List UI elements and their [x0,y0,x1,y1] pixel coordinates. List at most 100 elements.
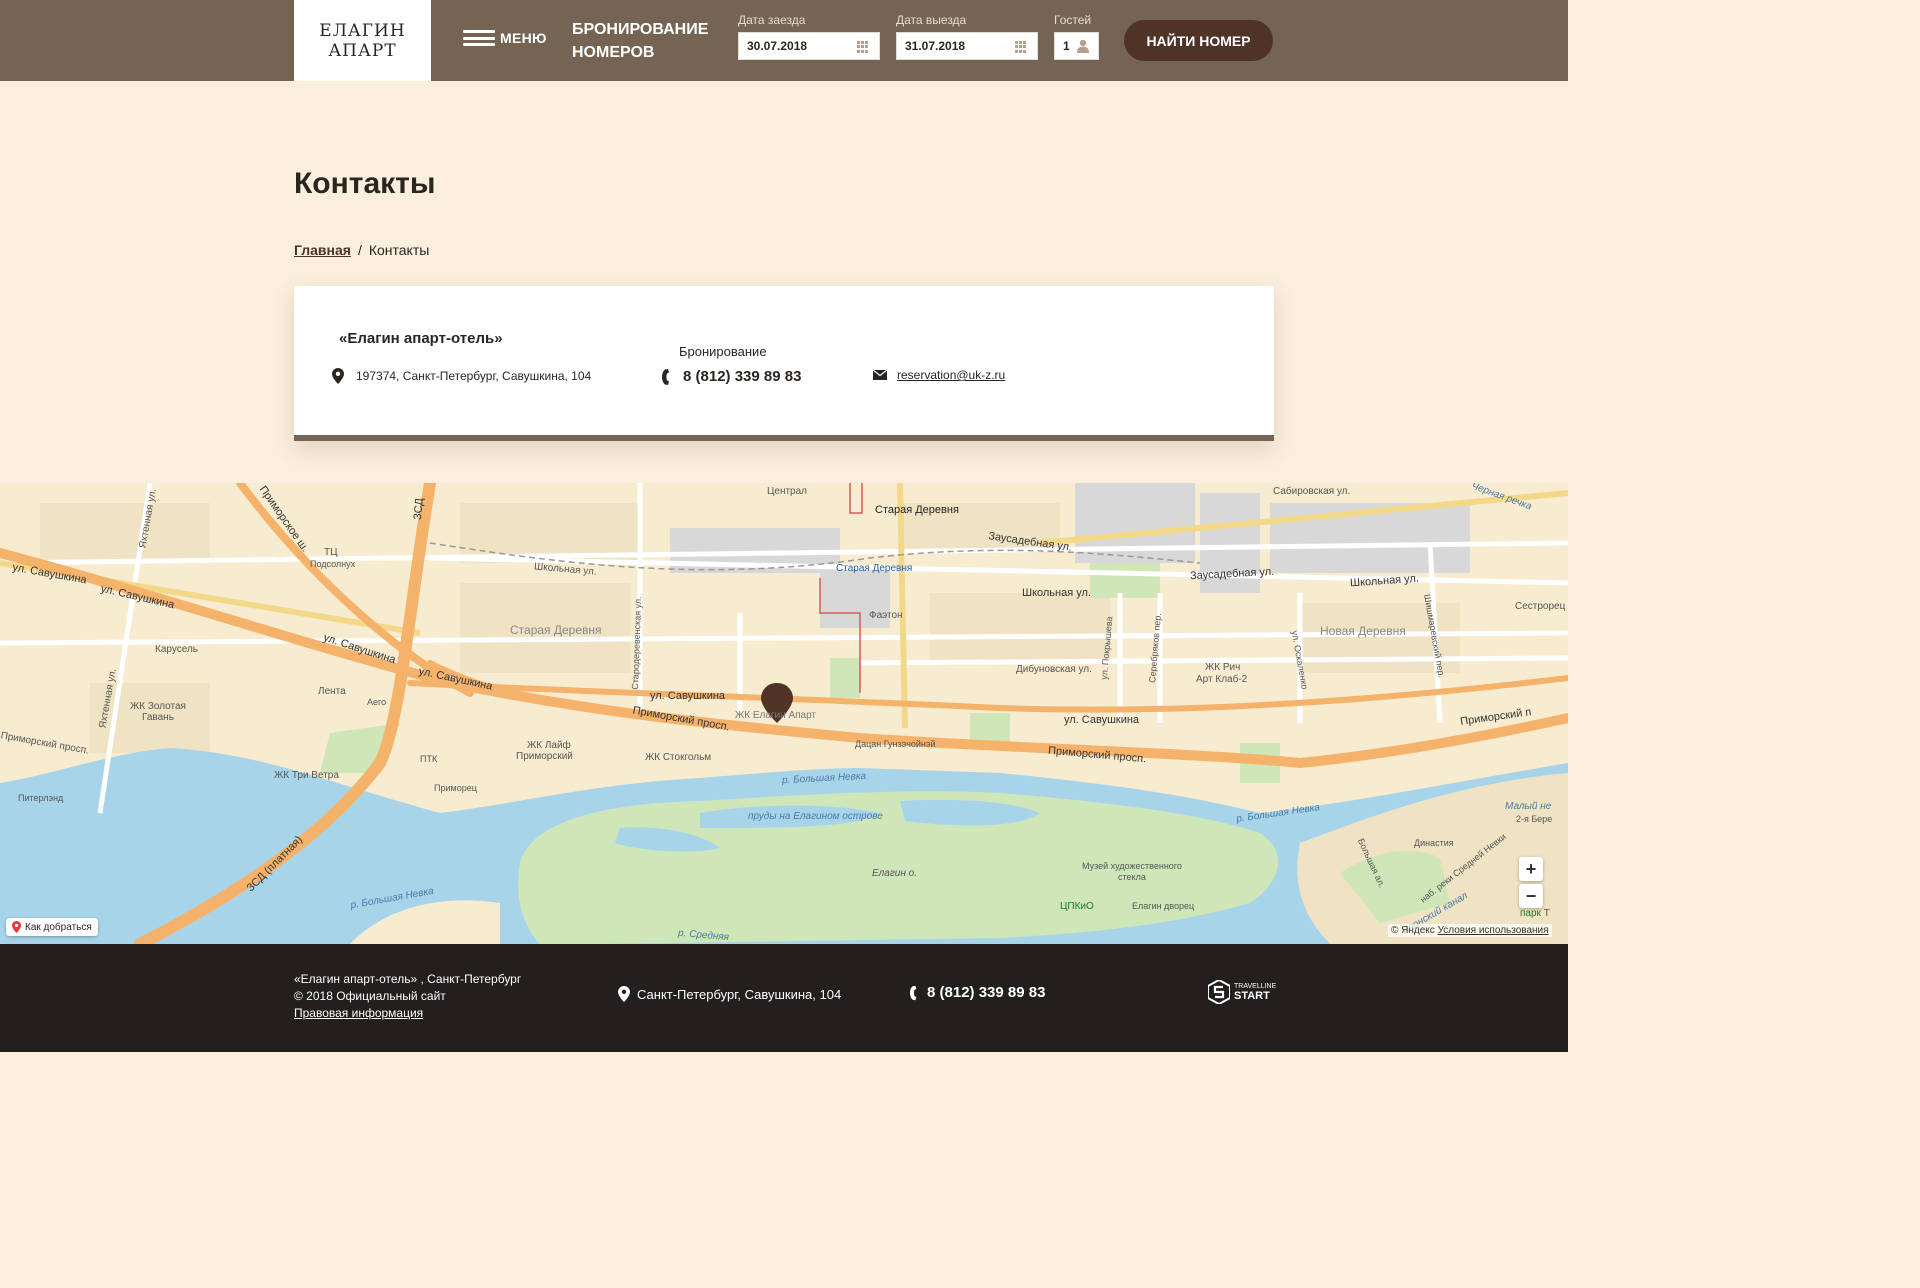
map-label: Старая Деревня [510,623,602,637]
map-label: Питерлэнд [18,793,64,803]
map-label: ул. Савушкина [650,690,726,702]
checkout-field[interactable]: 31.07.2018 [896,32,1038,60]
menu-button[interactable]: МЕНЮ [463,30,547,46]
map-label: Приморец [434,783,477,793]
map-label: Гавань [142,712,174,723]
map-label: ЖК Рич [1205,662,1241,673]
map-label: ЖК Лайф [527,740,571,751]
address-text: 197374, Санкт-Петербург, Савушкина, 104 [356,369,592,383]
travelline-text: TRAVELLINE START [1234,983,1276,1002]
email-row: reservation@uk-z.ru [873,368,1005,382]
map-label: Приморский [516,751,573,762]
footer-info: «Елагин апарт-отель» , Санкт-Петербург ©… [294,971,521,1022]
footer-phone: 8 (812) 339 89 83 [910,984,1045,1001]
location-pin-icon [332,368,344,384]
travelline-small: TRAVELLINE [1234,982,1277,990]
calendar-icon [857,41,869,53]
logo-line-2: АПАРТ [328,40,397,61]
map-label: парк Т [1520,908,1550,919]
footer-line-2: © 2018 Официальный сайт [294,989,446,1003]
map-label: стекла [1118,872,1146,882]
map-label: Дибуновская ул. [1016,664,1092,675]
map-label: Карусель [155,644,198,655]
person-icon [1077,39,1089,53]
travelline-logo[interactable]: TRAVELLINE START [1208,980,1276,1004]
map-label: Фаэтон [869,610,903,621]
zoom-in-button[interactable]: + [1519,857,1543,881]
map-label: ЖК Елагин Апарт [735,710,817,721]
menu-label: МЕНЮ [500,30,547,46]
travelline-big: START [1234,989,1270,1002]
find-room-button[interactable]: НАЙТИ НОМЕР [1124,20,1273,61]
map-label: ЖК Стокгольм [645,752,712,763]
phone-text[interactable]: 8 (812) 339 89 83 [683,368,801,385]
route-button[interactable]: Как добраться [6,918,98,936]
breadcrumb-home-link[interactable]: Главная [294,242,351,258]
map-label: Музей художественного [1082,861,1182,871]
map-label: Сестрорец [1515,601,1566,612]
map-label: ЗСД [411,497,426,521]
guests-field[interactable]: 1 [1054,32,1099,60]
location-pin-icon [618,986,630,1002]
phone-row: 8 (812) 339 89 83 [662,368,801,385]
map-label: Елагин дворец [1132,901,1195,911]
map-label: Старая Деревня [836,563,913,574]
map-label: Елагин о. [872,868,917,879]
map-label: Школьная ул. [1022,587,1091,599]
checkin-field[interactable]: 30.07.2018 [738,32,880,60]
checkin-value: 30.07.2018 [747,39,808,53]
logo-text: ЕЛАГИН АПАРТ [319,21,405,61]
checkout-value: 31.07.2018 [905,39,966,53]
zoom-out-button[interactable]: − [1519,884,1543,908]
map-label: 2-я Бере [1516,814,1553,824]
logo-line-1: ЕЛАГИН [319,20,406,41]
map-label: ЦПКиО [1060,901,1094,912]
travelline-icon [1208,980,1230,1004]
breadcrumb-separator: / [357,242,362,258]
hotel-name: «Елагин апарт-отель» [339,330,503,347]
footer-phone-text[interactable]: 8 (812) 339 89 83 [927,984,1045,1001]
booking-title: БРОНИРОВАНИЕ НОМЕРОВ [572,21,709,61]
map-label: Арт Клаб-2 [1196,674,1248,685]
terms-link[interactable]: Условия использования [1438,925,1549,936]
map-label: ЖК Три Ветра [274,770,339,781]
map-label: Малый не [1505,801,1552,812]
logo[interactable]: ЕЛАГИН АПАРТ [294,0,431,81]
map-label: Старая Деревня [875,504,959,516]
header: ЕЛАГИН АПАРТ МЕНЮ БРОНИРОВАНИЕ НОМЕРОВ Д… [0,0,1568,81]
footer-line-1: «Елагин апарт-отель» , Санкт-Петербург [294,972,522,986]
map-label: Новая Деревня [1320,624,1406,638]
yandex-copyright: © Яндекс [1391,925,1435,936]
map-label: Подсолнух [310,559,356,569]
map-label: ТЦ [324,547,338,558]
phone-icon [662,368,669,385]
route-pin-icon [12,921,21,933]
footer-address-text: Санкт-Петербург, Савушкина, 104 [637,986,842,1002]
checkin-label: Дата заезда [738,13,806,27]
calendar-icon [1015,41,1027,53]
route-button-label: Как добраться [25,921,92,933]
page-title: Контакты [294,167,436,200]
address-row: 197374, Санкт-Петербург, Савушкина, 104 [332,368,591,384]
map-label: ПТК [420,754,438,764]
map-label: ЖК Золотая [130,701,186,712]
yandex-map[interactable]: Централ Старая Деревня Заусадебная ул. З… [0,483,1568,944]
checkout-label: Дата выезда [896,13,967,27]
guests-label: Гостей [1054,13,1092,27]
breadcrumb-current: Контакты [368,242,430,258]
map-label: Лента [318,686,346,697]
breadcrumb: Главная / Контакты [294,242,429,258]
footer: «Елагин апарт-отель» , Санкт-Петербург ©… [0,944,1568,1052]
booking-label: Бронирование [679,344,767,359]
phone-icon [910,985,917,1000]
map-label: Династия [1414,838,1454,848]
legal-info-link[interactable]: Правовая информация [294,1005,521,1022]
map-label: пруды на Елагином острове [748,811,883,822]
footer-address: Санкт-Петербург, Савушкина, 104 [618,986,841,1002]
contact-card: «Елагин апарт-отель» 197374, Санкт-Петер… [294,286,1274,441]
guests-value: 1 [1063,39,1070,53]
map-label: Аего [367,697,387,707]
map-label: ул. Савушкина [1064,714,1140,726]
map-label: Централ [767,486,808,497]
email-link[interactable]: reservation@uk-z.ru [897,368,1005,382]
